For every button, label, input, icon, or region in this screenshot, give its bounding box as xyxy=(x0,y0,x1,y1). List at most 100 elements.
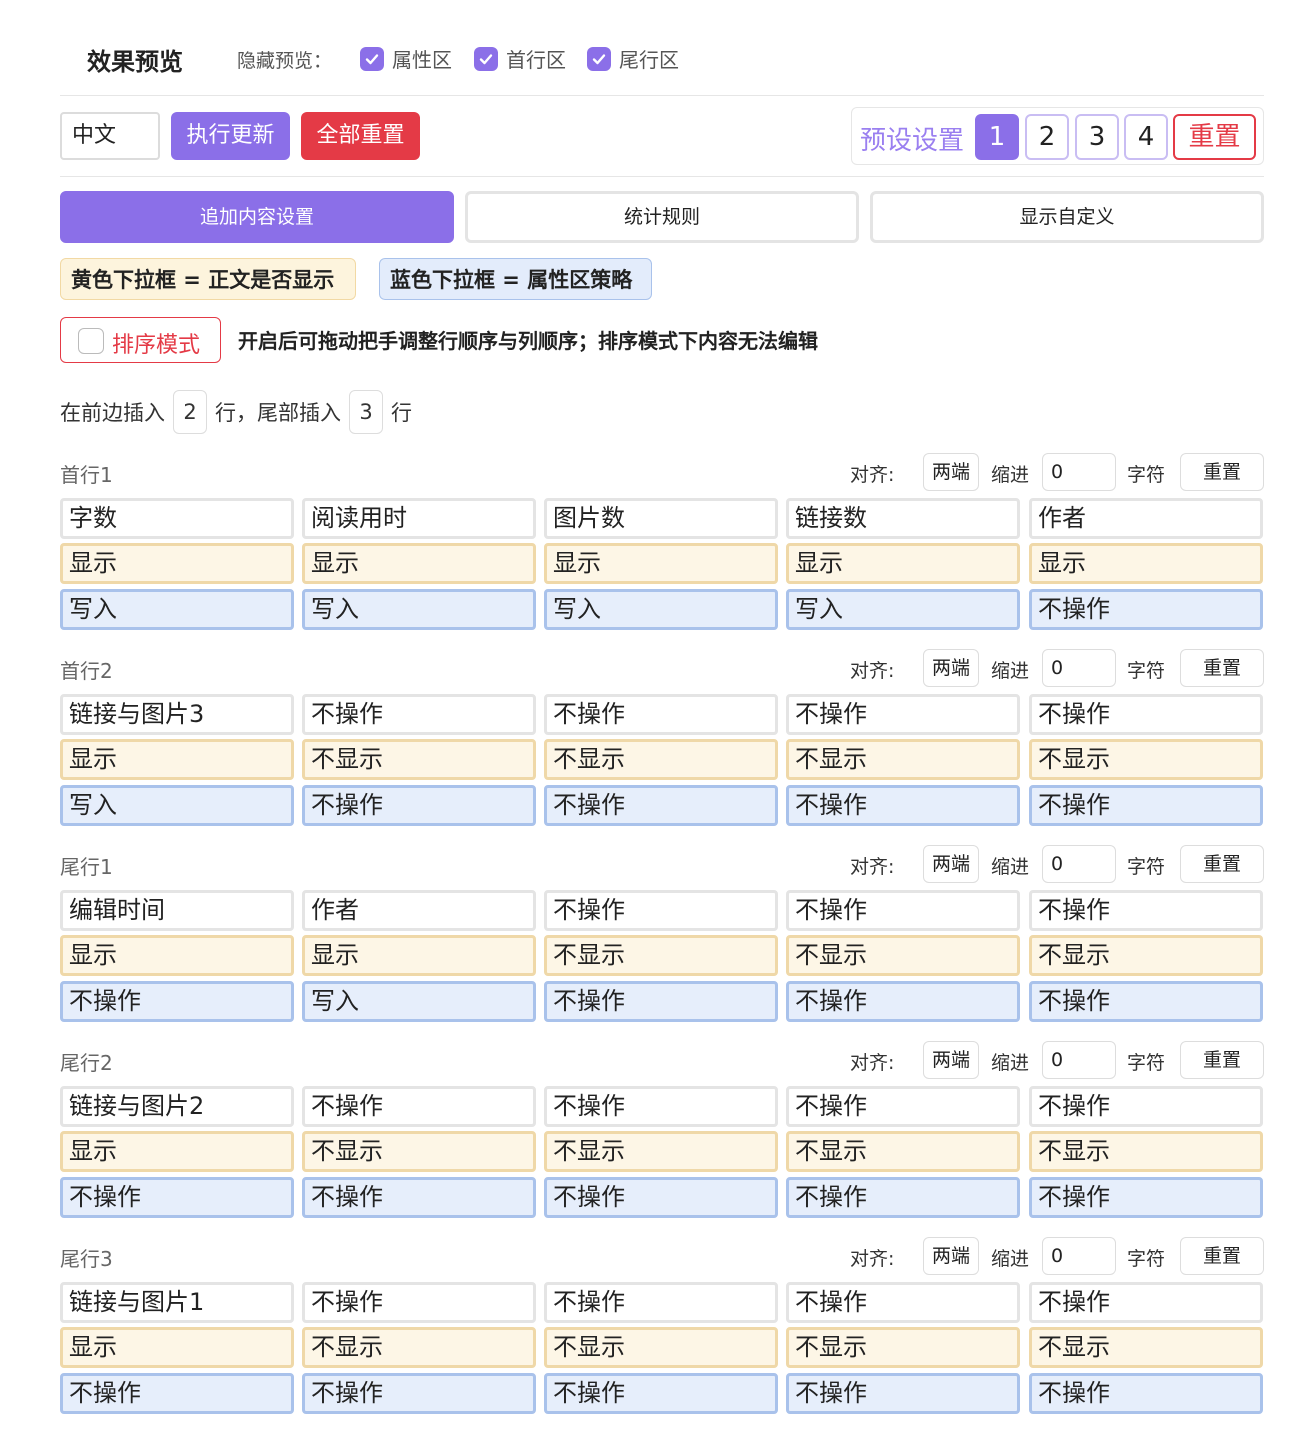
content-select[interactable]: 不操作 xyxy=(544,1282,778,1323)
display-select[interactable]: 显示 xyxy=(1029,543,1263,584)
content-select[interactable]: 不操作 xyxy=(1029,890,1263,931)
sort-mode-checkbox[interactable] xyxy=(78,328,104,354)
strategy-select[interactable]: 不操作 xyxy=(544,785,778,826)
tab-stat-rules[interactable]: 统计规则 xyxy=(465,191,859,243)
display-select[interactable]: 不显示 xyxy=(1029,739,1263,780)
tab-append-content[interactable]: 追加内容设置 xyxy=(60,191,454,243)
display-select[interactable]: 不显示 xyxy=(302,739,536,780)
front-insert-count[interactable]: 2 xyxy=(173,390,207,434)
strategy-select[interactable]: 不操作 xyxy=(60,1177,294,1218)
strategy-select[interactable]: 写入 xyxy=(544,589,778,630)
content-select[interactable]: 不操作 xyxy=(1029,1282,1263,1323)
content-select[interactable]: 不操作 xyxy=(302,1086,536,1127)
content-select[interactable]: 链接与图片2 xyxy=(60,1086,294,1127)
display-select[interactable]: 不显示 xyxy=(1029,935,1263,976)
checkbox-tail-zone[interactable]: 尾行区 xyxy=(587,44,679,73)
strategy-select[interactable]: 不操作 xyxy=(786,785,1020,826)
strategy-select[interactable]: 不操作 xyxy=(544,981,778,1022)
content-select[interactable]: 作者 xyxy=(302,890,536,931)
display-select[interactable]: 显示 xyxy=(60,1327,294,1368)
preset-1-button[interactable]: 1 xyxy=(975,114,1019,160)
align-select[interactable]: 两端 xyxy=(923,453,979,491)
content-select[interactable]: 链接与图片1 xyxy=(60,1282,294,1323)
align-select[interactable]: 两端 xyxy=(923,1041,979,1079)
align-select[interactable]: 两端 xyxy=(923,649,979,687)
strategy-select[interactable]: 写入 xyxy=(60,589,294,630)
strategy-select[interactable]: 不操作 xyxy=(1029,1373,1263,1414)
checkbox-attr-zone[interactable]: 属性区 xyxy=(360,44,452,73)
content-select[interactable]: 链接数 xyxy=(786,498,1020,539)
display-select[interactable]: 不显示 xyxy=(786,1327,1020,1368)
strategy-select[interactable]: 不操作 xyxy=(544,1177,778,1218)
content-select[interactable]: 字数 xyxy=(60,498,294,539)
content-select[interactable]: 不操作 xyxy=(1029,1086,1263,1127)
content-select[interactable]: 不操作 xyxy=(786,1282,1020,1323)
strategy-select[interactable]: 写入 xyxy=(60,785,294,826)
sort-mode-toggle[interactable]: 排序模式 xyxy=(60,317,221,363)
strategy-select[interactable]: 不操作 xyxy=(786,1373,1020,1414)
display-select[interactable]: 显示 xyxy=(60,935,294,976)
display-select[interactable]: 显示 xyxy=(60,543,294,584)
align-select[interactable]: 两端 xyxy=(923,1237,979,1275)
strategy-select[interactable]: 不操作 xyxy=(60,981,294,1022)
content-select[interactable]: 图片数 xyxy=(544,498,778,539)
strategy-select[interactable]: 不操作 xyxy=(544,1373,778,1414)
display-select[interactable]: 不显示 xyxy=(786,739,1020,780)
preset-3-button[interactable]: 3 xyxy=(1075,114,1119,160)
display-select[interactable]: 不显示 xyxy=(786,1131,1020,1172)
content-select[interactable]: 链接与图片3 xyxy=(60,694,294,735)
tab-display-custom[interactable]: 显示自定义 xyxy=(870,191,1264,243)
strategy-select[interactable]: 不操作 xyxy=(302,1373,536,1414)
display-select[interactable]: 不显示 xyxy=(544,1327,778,1368)
strategy-select[interactable]: 写入 xyxy=(302,589,536,630)
content-select[interactable]: 不操作 xyxy=(544,1086,778,1127)
content-select[interactable]: 不操作 xyxy=(786,1086,1020,1127)
display-select[interactable]: 显示 xyxy=(60,1131,294,1172)
indent-input[interactable]: 0 xyxy=(1042,649,1116,687)
display-select[interactable]: 不显示 xyxy=(302,1131,536,1172)
display-select[interactable]: 显示 xyxy=(544,543,778,584)
language-select[interactable]: 中文 xyxy=(60,112,160,160)
display-select[interactable]: 不显示 xyxy=(544,739,778,780)
strategy-select[interactable]: 不操作 xyxy=(302,1177,536,1218)
display-select[interactable]: 不显示 xyxy=(544,935,778,976)
display-select[interactable]: 不显示 xyxy=(1029,1327,1263,1368)
update-button[interactable]: 执行更新 xyxy=(171,112,290,160)
check-icon[interactable] xyxy=(360,46,384,71)
display-select[interactable]: 显示 xyxy=(302,543,536,584)
preset-2-button[interactable]: 2 xyxy=(1025,114,1069,160)
strategy-select[interactable]: 不操作 xyxy=(1029,981,1263,1022)
content-select[interactable]: 作者 xyxy=(1029,498,1263,539)
strategy-select[interactable]: 不操作 xyxy=(1029,785,1263,826)
strategy-select[interactable]: 不操作 xyxy=(1029,589,1263,630)
row-reset-button[interactable]: 重置 xyxy=(1180,845,1264,883)
display-select[interactable]: 不显示 xyxy=(544,1131,778,1172)
indent-input[interactable]: 0 xyxy=(1042,1237,1116,1275)
content-select[interactable]: 不操作 xyxy=(1029,694,1263,735)
content-select[interactable]: 编辑时间 xyxy=(60,890,294,931)
strategy-select[interactable]: 不操作 xyxy=(302,785,536,826)
row-reset-button[interactable]: 重置 xyxy=(1180,453,1264,491)
strategy-select[interactable]: 不操作 xyxy=(786,1177,1020,1218)
reset-all-button[interactable]: 全部重置 xyxy=(301,112,420,160)
content-select[interactable]: 不操作 xyxy=(786,890,1020,931)
row-reset-button[interactable]: 重置 xyxy=(1180,1041,1264,1079)
indent-input[interactable]: 0 xyxy=(1042,1041,1116,1079)
check-icon[interactable] xyxy=(587,46,611,71)
display-select[interactable]: 不显示 xyxy=(1029,1131,1263,1172)
strategy-select[interactable]: 不操作 xyxy=(1029,1177,1263,1218)
row-reset-button[interactable]: 重置 xyxy=(1180,649,1264,687)
check-icon[interactable] xyxy=(474,46,498,71)
checkbox-head-zone[interactable]: 首行区 xyxy=(474,44,566,73)
row-reset-button[interactable]: 重置 xyxy=(1180,1237,1264,1275)
indent-input[interactable]: 0 xyxy=(1042,845,1116,883)
strategy-select[interactable]: 写入 xyxy=(302,981,536,1022)
tail-insert-count[interactable]: 3 xyxy=(349,390,383,434)
indent-input[interactable]: 0 xyxy=(1042,453,1116,491)
preset-4-button[interactable]: 4 xyxy=(1124,114,1168,160)
strategy-select[interactable]: 不操作 xyxy=(786,981,1020,1022)
display-select[interactable]: 不显示 xyxy=(302,1327,536,1368)
display-select[interactable]: 不显示 xyxy=(786,935,1020,976)
content-select[interactable]: 不操作 xyxy=(302,694,536,735)
align-select[interactable]: 两端 xyxy=(923,845,979,883)
